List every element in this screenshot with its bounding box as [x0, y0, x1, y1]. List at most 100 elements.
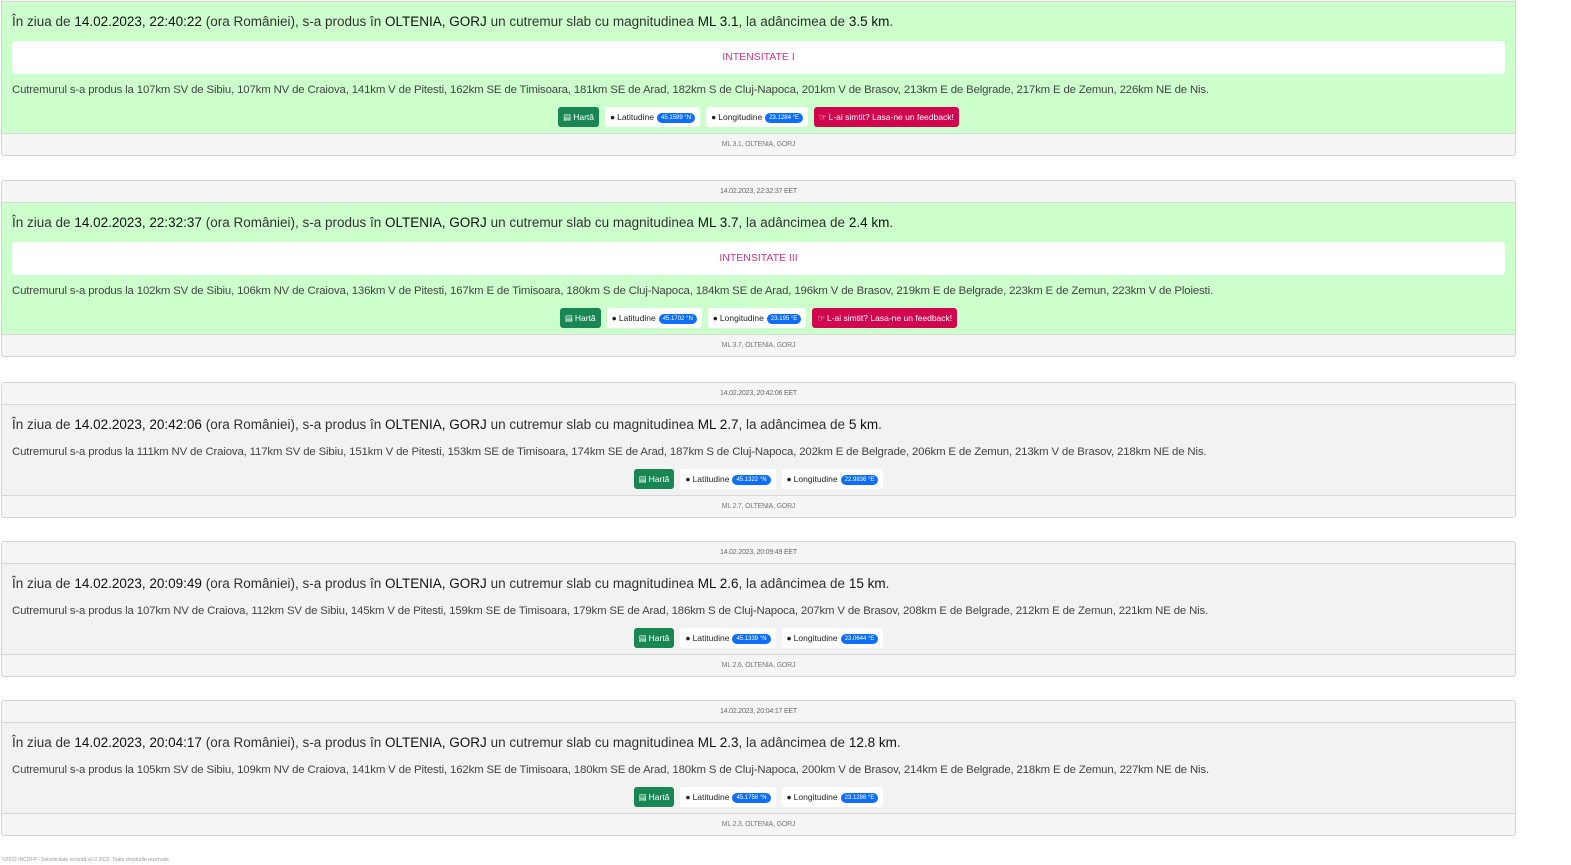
map-button[interactable]: ▤ Hartă	[633, 469, 675, 489]
event-headline: În ziua de 14.02.2023, 20:04:17 (ora Rom…	[12, 735, 901, 750]
longitude-value: 23.195 °E	[766, 313, 802, 324]
headline-adancime: , la adâncimea de	[738, 215, 846, 230]
card-body: În ziua de 14.02.2023, 22:40:22 (ora Rom…	[2, 2, 1515, 133]
headline-intro: În ziua de	[12, 14, 71, 29]
event-actions: ▤ Hartă ● Latitudine 45.1322 °N ● Longitudin…	[12, 469, 1505, 495]
latitude-value: 45.1339 °N	[732, 633, 771, 644]
card-body: În ziua de 14.02.2023, 20:09:49 (ora Rom…	[2, 564, 1515, 654]
map-marker-icon: ●	[786, 633, 792, 643]
headline-cutremur: un cutremur slab cu magnitudinea	[490, 215, 694, 230]
map-button[interactable]: ▤ Hartă	[558, 107, 599, 127]
headline-ora: (ora României), s-a produs în	[205, 215, 382, 230]
event-magnitude: ML 3.7	[697, 215, 739, 230]
event-magnitude: ML 3.1	[697, 14, 739, 29]
latitude-label: Latitudine	[692, 633, 730, 643]
intensity-box: INTENSITATE I	[12, 41, 1505, 74]
headline-cutremur: un cutremur slab cu magnitudinea	[490, 576, 694, 591]
latitude-chip: ● Latitudine 45.1702 °N	[606, 308, 702, 328]
card-footer-summary: ML 2.3, OLTENIA, GORJ	[2, 813, 1515, 835]
headline-ora: (ora României), s-a produs în	[205, 417, 382, 432]
hand-point-icon: ☞	[817, 313, 825, 323]
latitude-value: 45.1599 °N	[657, 112, 696, 123]
event-location: OLTENIA, GORJ	[385, 735, 487, 750]
headline-ora: (ora României), s-a produs în	[205, 735, 382, 750]
latitude-label: Latitudine	[692, 474, 730, 484]
feedback-button[interactable]: ☞ L-ai simtit? Lasa-ne un feedback!	[813, 107, 959, 127]
map-icon: ▤	[638, 474, 647, 484]
latitude-label: Latitudine	[617, 112, 655, 122]
card-header-timestamp: 14.02.2023, 20:09:49 EET	[2, 542, 1515, 564]
card-footer-summary: ML 3.1, OLTENIA, GORJ	[2, 133, 1515, 155]
map-button[interactable]: ▤ Hartă	[559, 308, 601, 328]
map-marker-icon: ●	[611, 313, 617, 323]
event-headline: În ziua de 14.02.2023, 22:32:37 (ora Rom…	[12, 215, 894, 230]
event-datetime: 14.02.2023, 20:04:17	[74, 735, 202, 750]
headline-adancime: , la adâncimea de	[738, 417, 846, 432]
event-actions: ▤ Hartă ● Latitudine 45.1758 °N ● Longitudin…	[12, 787, 1505, 813]
longitude-chip: ● Longitudine 23.1284 °E	[706, 107, 808, 127]
event-depth: 12.8 km	[848, 735, 897, 750]
card-header-timestamp: 14.02.2023, 20:04:17 EET	[2, 701, 1515, 723]
map-icon: ▤	[563, 112, 572, 122]
event-datetime: 14.02.2023, 20:42:06	[74, 417, 202, 432]
event-headline: În ziua de 14.02.2023, 20:09:49 (ora Rom…	[12, 576, 890, 591]
map-marker-icon: ●	[685, 633, 691, 643]
longitude-chip: ● Longitudine 23.0644 °E	[781, 628, 884, 648]
longitude-value: 23.1284 °E	[765, 112, 803, 123]
latitude-chip: ● Latitudine 45.1322 °N	[680, 469, 776, 489]
headline-intro: În ziua de	[12, 417, 71, 432]
nearby-cities-text: Cutremurul s-a produs la 107km NV de Cra…	[12, 605, 1209, 617]
latitude-value: 45.1702 °N	[658, 313, 697, 324]
longitude-label: Longitudine	[793, 633, 838, 643]
latitude-chip: ● Latitudine 45.1758 °N	[680, 787, 776, 807]
event-depth: 5 km	[848, 417, 879, 432]
feedback-button-label: L-ai simtit? Lasa-ne un feedback!	[826, 313, 953, 323]
event-magnitude: ML 2.7	[697, 417, 739, 432]
headline-intro: În ziua de	[12, 735, 71, 750]
card-header-timestamp: 14.02.2023, 22:32:37 EET	[2, 181, 1515, 203]
map-icon: ▤	[564, 313, 573, 323]
event-location: OLTENIA, GORJ	[385, 417, 487, 432]
feedback-button[interactable]: ☞ L-ai simtit? Lasa-ne un feedback!	[812, 308, 958, 328]
event-location: OLTENIA, GORJ	[385, 576, 487, 591]
event-location: OLTENIA, GORJ	[385, 14, 487, 29]
map-icon: ▤	[638, 633, 647, 643]
map-button[interactable]: ▤ Hartă	[633, 628, 675, 648]
map-button-label: Hartă	[648, 792, 670, 802]
nearby-cities-text: Cutremurul s-a produs la 111km NV de Cra…	[12, 446, 1207, 458]
headline-cutremur: un cutremur slab cu magnitudinea	[490, 417, 694, 432]
map-button-label: Hartă	[573, 112, 594, 122]
earthquake-card: 14.02.2023, 20:04:17 EET În ziua de 14.0…	[1, 700, 1516, 836]
headline-adancime: , la adâncimea de	[738, 576, 846, 591]
map-button-label: Hartă	[648, 474, 670, 484]
event-datetime: 14.02.2023, 22:40:22	[74, 14, 202, 29]
headline-intro: În ziua de	[12, 576, 71, 591]
longitude-label: Longitudine	[719, 313, 764, 323]
longitude-chip: ● Longitudine 23.1286 °E	[781, 787, 884, 807]
headline-intro: În ziua de	[12, 215, 71, 230]
map-marker-icon: ●	[786, 792, 792, 802]
event-depth: 2.4 km	[848, 215, 890, 230]
map-marker-icon: ●	[610, 112, 616, 122]
map-button[interactable]: ▤ Hartă	[633, 787, 675, 807]
nearby-cities-text: Cutremurul s-a produs la 105km SV de Sib…	[12, 764, 1209, 776]
event-actions: ▤ Hartă ● Latitudine 45.1339 °N ● Longitudin…	[12, 628, 1505, 654]
latitude-label: Latitudine	[692, 792, 730, 802]
latitude-chip: ● Latitudine 45.1599 °N	[605, 107, 701, 127]
intensity-box: INTENSITATE III	[12, 242, 1505, 275]
event-headline: În ziua de 14.02.2023, 22:40:22 (ora Rom…	[12, 14, 894, 29]
latitude-value: 45.1322 °N	[732, 474, 771, 485]
map-marker-icon: ●	[685, 474, 691, 484]
headline-adancime: , la adâncimea de	[738, 735, 846, 750]
map-button-label: Hartă	[574, 313, 596, 323]
earthquake-card: 14.02.2023, 22:32:37 EET În ziua de 14.0…	[1, 180, 1516, 357]
map-button-label: Hartă	[648, 633, 670, 643]
card-body: În ziua de 14.02.2023, 20:42:06 (ora Rom…	[2, 405, 1515, 495]
event-actions: ▤ Hartă ● Latitudine 45.1599 °N ● Longitudin…	[12, 107, 1505, 133]
card-body: În ziua de 14.02.2023, 20:04:17 (ora Rom…	[2, 723, 1515, 813]
event-datetime: 14.02.2023, 20:09:49	[74, 576, 202, 591]
headline-ora: (ora României), s-a produs în	[205, 576, 382, 591]
earthquake-card: În ziua de 14.02.2023, 22:40:22 (ora Rom…	[1, 0, 1516, 156]
event-datetime: 14.02.2023, 22:32:37	[74, 215, 202, 230]
longitude-value: 23.0644 °E	[840, 633, 879, 644]
